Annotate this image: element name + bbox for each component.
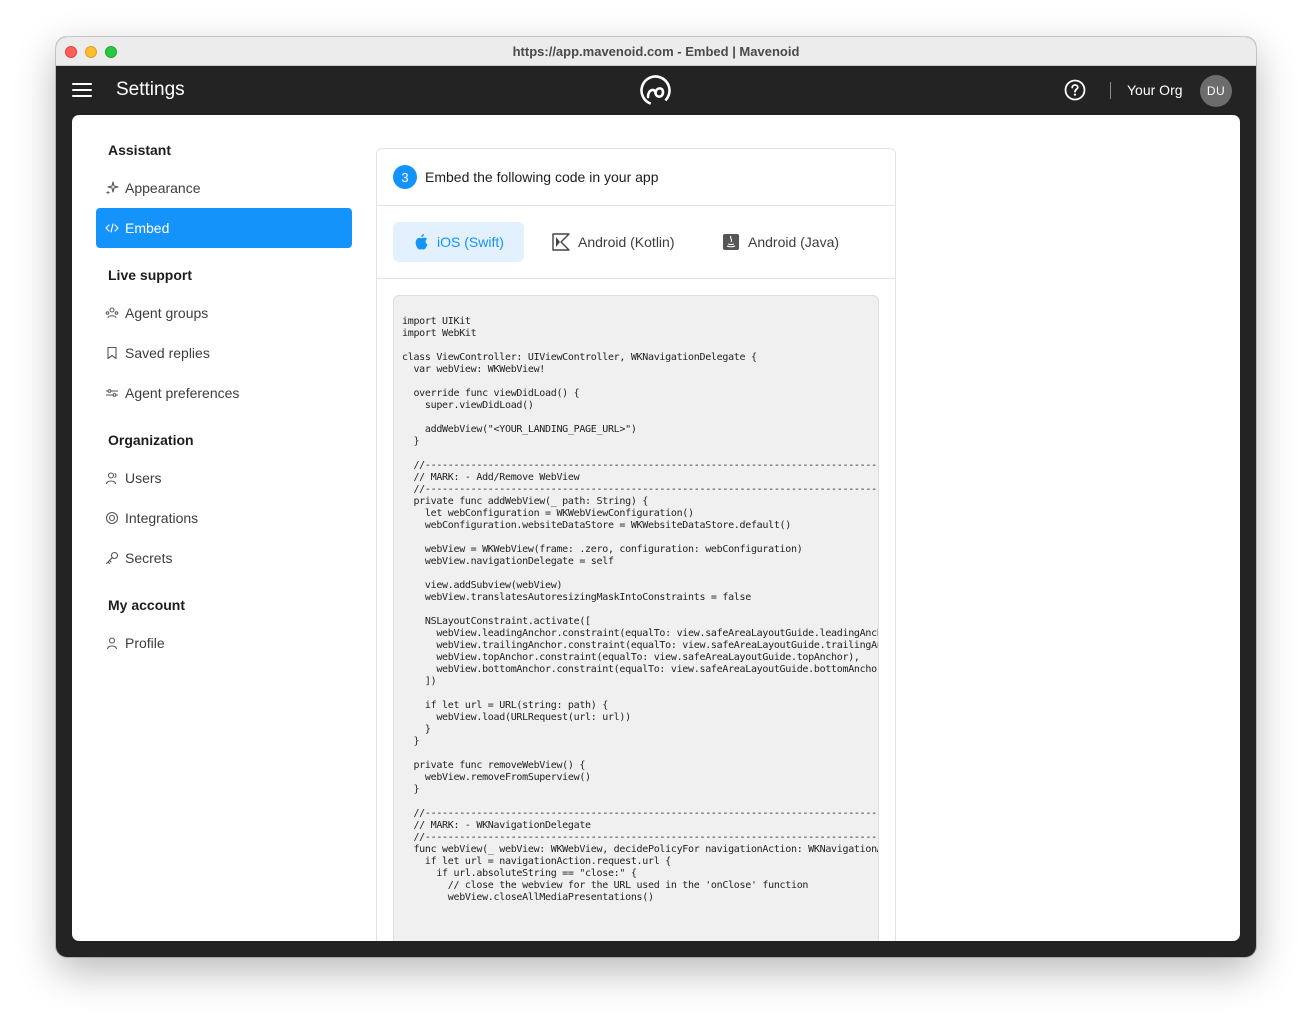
sidebar-item-embed[interactable]: Embed	[96, 208, 352, 248]
help-icon[interactable]	[1064, 79, 1086, 101]
header-divider	[1110, 82, 1111, 99]
agent-groups-icon	[105, 306, 119, 320]
section-title-organization: Organization	[108, 432, 194, 448]
code-block[interactable]: import UIKit import WebKit class ViewCon…	[393, 295, 879, 941]
apple-icon	[415, 234, 428, 250]
window-titlebar: https://app.mavenoid.com - Embed | Maven…	[56, 37, 1256, 66]
sidebar-item-label: Integrations	[125, 510, 199, 526]
sidebar-item-secrets[interactable]: Secrets	[96, 538, 352, 578]
sidebar-item-label: Embed	[125, 220, 170, 236]
java-icon	[723, 234, 739, 250]
tab-android-kotlin[interactable]: Android (Kotlin)	[532, 222, 695, 262]
platform-tabs: iOS (Swift) Android (Kotlin) Android (Ja…	[377, 206, 895, 279]
window-title: https://app.mavenoid.com - Embed | Maven…	[512, 43, 800, 59]
panel-title: Embed the following code in your app	[425, 169, 659, 185]
embed-code: import UIKit import WebKit class ViewCon…	[402, 316, 879, 903]
kotlin-icon	[552, 233, 570, 251]
sidebar-item-profile[interactable]: Profile	[96, 623, 352, 663]
section-title-assistant: Assistant	[108, 142, 172, 158]
key-icon	[105, 551, 119, 565]
integrations-icon	[105, 511, 119, 525]
sliders-icon	[105, 386, 119, 400]
window-controls	[65, 46, 117, 58]
sidebar-item-integrations[interactable]: Integrations	[96, 498, 352, 538]
sidebar-item-saved-replies[interactable]: Saved replies	[96, 333, 352, 373]
embed-panel: 3 Embed the following code in your app i…	[376, 148, 896, 941]
browser-window: https://app.mavenoid.com - Embed | Maven…	[56, 37, 1256, 957]
sidebar-item-appearance[interactable]: Appearance	[96, 168, 352, 208]
panel-header: 3 Embed the following code in your app	[377, 149, 895, 206]
sidebar-item-users[interactable]: Users	[96, 458, 352, 498]
sidebar-item-label: Agent preferences	[125, 385, 240, 401]
tab-label: Android (Kotlin)	[578, 234, 675, 250]
org-name[interactable]: Your Org	[1127, 82, 1183, 98]
step-badge: 3	[393, 165, 417, 189]
sidebar-item-agent-preferences[interactable]: Agent preferences	[96, 373, 352, 413]
tab-label: iOS (Swift)	[437, 234, 504, 250]
sidebar-item-label: Agent groups	[125, 305, 209, 321]
sidebar-item-label: Profile	[125, 635, 165, 651]
section-title-live-support: Live support	[108, 267, 193, 283]
section-title-my-account: My account	[108, 597, 186, 613]
mavenoid-logo[interactable]	[639, 74, 672, 107]
close-window-button[interactable]	[65, 46, 77, 58]
users-icon	[105, 471, 119, 485]
sidebar-item-label: Appearance	[125, 180, 201, 196]
sidebar-item-label: Saved replies	[125, 345, 210, 361]
sidebar-item-label: Secrets	[125, 550, 173, 566]
tab-label: Android (Java)	[748, 234, 840, 250]
tab-android-java[interactable]: Android (Java)	[702, 222, 859, 262]
sparkles-icon	[105, 181, 119, 195]
bookmark-icon	[105, 346, 119, 360]
avatar[interactable]: DU	[1200, 75, 1232, 107]
sidebar-item-label: Users	[125, 470, 162, 486]
app-header: Settings Your Org DU	[56, 66, 1256, 115]
code-icon	[105, 221, 119, 235]
minimize-window-button[interactable]	[85, 46, 97, 58]
tab-ios-swift[interactable]: iOS (Swift)	[393, 222, 524, 262]
person-icon	[105, 636, 119, 650]
sidebar-item-agent-groups[interactable]: Agent groups	[96, 293, 352, 333]
page-title: Settings	[116, 79, 185, 100]
maximize-window-button[interactable]	[105, 46, 117, 58]
menu-icon[interactable]	[72, 83, 92, 99]
main-content: Assistant Appearance Embed Live support …	[72, 115, 1240, 941]
